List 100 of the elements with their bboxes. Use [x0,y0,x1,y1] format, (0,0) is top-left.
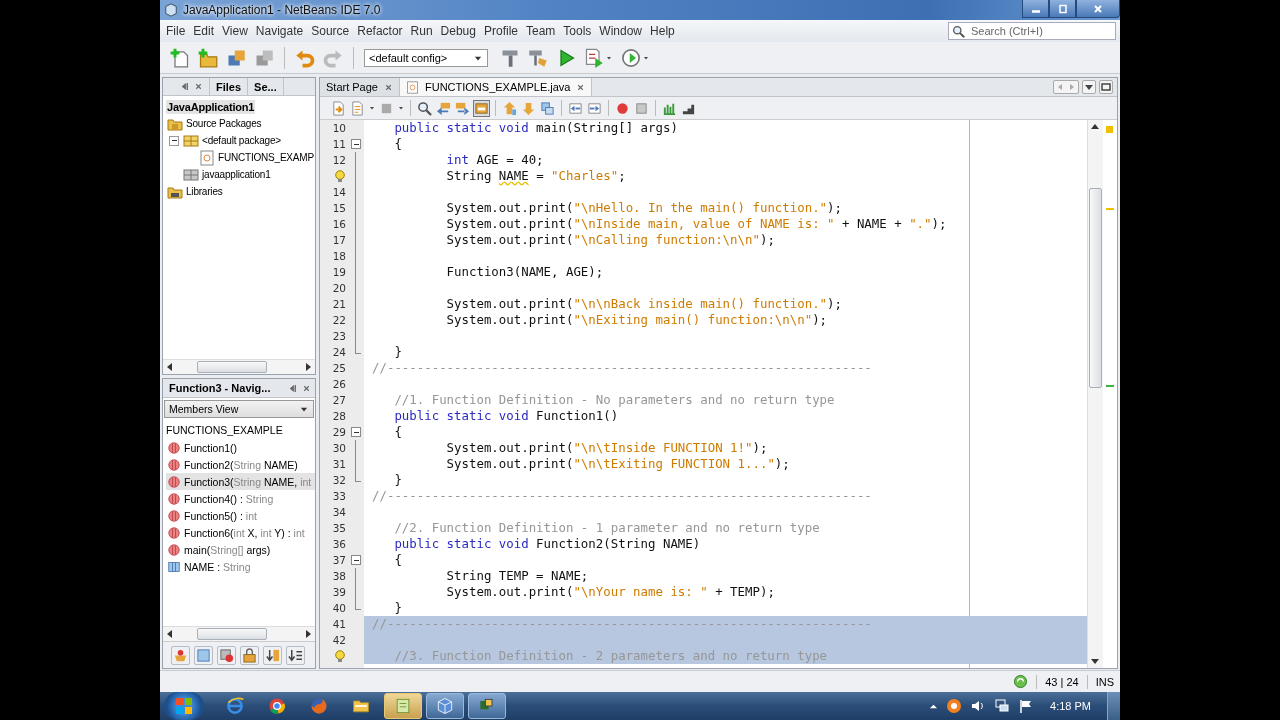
lock-icon[interactable] [242,647,257,663]
search-icon[interactable] [417,100,432,116]
line-number: 11 [332,137,346,152]
restore-button[interactable] [1049,0,1076,18]
member-item[interactable]: Function4() : String [166,490,315,507]
tree-item[interactable]: javaapplication1 [201,168,272,181]
bookmark-icon[interactable] [540,100,555,116]
code-line: System.out.print("\nYour name is: " + TEMP); [445,584,775,599]
menu-item[interactable]: Help [646,24,679,38]
gauge-icon[interactable] [621,47,641,68]
taskbar-button[interactable] [468,693,506,719]
view-dropdown[interactable]: Members View [164,400,314,418]
sort-icon[interactable] [265,647,280,663]
line-number: 16 [332,217,346,232]
menu-item[interactable]: File [162,24,190,38]
menu-item[interactable]: Refactor [353,24,407,38]
new-file-icon[interactable] [170,47,190,68]
basket-icon[interactable] [173,647,188,663]
member-item[interactable]: Function2(String NAME) [166,456,315,473]
scroll-right-icon[interactable] [303,629,313,639]
tab-list-button[interactable] [1082,80,1096,94]
panel-tab[interactable]: Files [210,78,249,95]
scroll-left-icon[interactable] [165,629,175,639]
code-line: public static void Function1() [393,408,619,423]
line-number: 28 [332,409,346,424]
line-number: 27 [332,393,346,408]
maximize-button[interactable] [1099,80,1113,94]
member-item[interactable]: NAME : String [166,558,315,575]
shift-right-icon[interactable] [587,100,602,116]
tree-item[interactable]: JavaApplication1 [166,99,256,114]
search-field[interactable]: Search (Ctrl+I) [948,22,1116,40]
scroll-down-icon[interactable] [1090,656,1100,666]
line-number: 14 [332,185,346,200]
show-desktop-button[interactable] [1107,692,1120,720]
menu-item[interactable]: Tools [559,24,596,38]
close-icon[interactable] [194,82,203,91]
tree-item[interactable]: Source Packages [185,117,263,130]
editor-tab[interactable]: Start Page [320,78,400,96]
close-icon[interactable] [384,82,393,92]
document-play-icon[interactable] [584,47,604,68]
panel-tab[interactable]: Se... [248,78,284,95]
highlight-icon[interactable] [474,100,489,116]
tree-item[interactable]: FUNCTIONS_EXAMP [217,151,315,164]
fold-toggle[interactable] [351,555,361,565]
line-number: 32 [332,473,346,488]
vertical-scrollbar[interactable] [1087,120,1103,668]
line-number: 23 [332,329,346,344]
member-item[interactable]: Function1() [166,439,315,456]
shift-left-icon[interactable] [568,100,583,116]
menu-item[interactable]: Source [307,24,354,38]
member-item[interactable]: Function3(String NAME, int [166,473,315,490]
ring-icon[interactable] [946,698,963,714]
minimize-button[interactable] [1022,0,1049,18]
line-number: 17 [332,233,346,248]
minimize-panel-icon[interactable] [179,81,190,92]
record-icon[interactable] [615,100,630,116]
tree-item[interactable]: Libraries [185,185,224,198]
arrow-right-icon[interactable] [455,100,470,116]
menu-item[interactable]: Edit [189,24,219,38]
document-arrow-icon[interactable] [331,100,346,116]
close-button[interactable] [1076,0,1120,18]
arrow-left-icon[interactable] [436,100,451,116]
menu-item[interactable]: Team [522,24,560,38]
menu-item[interactable]: Debug [436,24,480,38]
close-icon[interactable] [576,82,586,92]
tree-toggle[interactable] [169,135,179,146]
menu-item[interactable]: Window [595,24,647,38]
method-icon [168,509,180,522]
menu-item[interactable]: Profile [480,24,522,38]
editor-tab[interactable]: FUNCTIONS_EXAMPLE.java [400,78,593,96]
scroll-left-icon[interactable] [165,362,175,372]
fold-toggle[interactable] [351,139,361,149]
method-icon [168,475,180,488]
taskbar-button[interactable] [426,693,464,719]
caret-icon[interactable] [397,104,405,112]
close-icon[interactable] [302,383,311,393]
member-item[interactable]: main(String[] args) [166,541,315,558]
network-icon[interactable] [994,698,1011,714]
lightbulb-icon[interactable] [334,169,346,183]
code-line: System.out.print("\nHello. In the main() function."); [445,200,842,215]
tree-item[interactable]: <default package> [201,134,282,147]
fold-toggle[interactable] [351,427,361,437]
clock[interactable]: 4:18 PM [1050,700,1091,712]
member-item[interactable]: Function6(int X, int Y) : int [166,524,315,541]
menu-item[interactable]: View [218,24,252,38]
sort-list-icon[interactable] [288,647,303,663]
menu-item[interactable]: Navigate [251,24,308,38]
caret-icon[interactable] [368,104,376,112]
lightbulb-icon[interactable] [334,649,346,663]
menu-item[interactable]: Run [406,24,437,38]
code-line: System.out.print("\n\tExiting FUNCTION 1..."); [445,456,790,471]
new-project-icon[interactable] [198,47,218,68]
member-item[interactable]: Function5() : int [166,507,315,524]
minimize-panel-icon[interactable] [287,382,298,394]
scroll-right-icon[interactable] [303,362,313,372]
start-button[interactable] [164,692,204,720]
horizontal-scrollbar[interactable] [163,626,315,641]
horizontal-scrollbar[interactable] [163,359,315,374]
config-dropdown[interactable]: <default config> [364,48,488,67]
scroll-up-icon[interactable] [1090,122,1100,132]
